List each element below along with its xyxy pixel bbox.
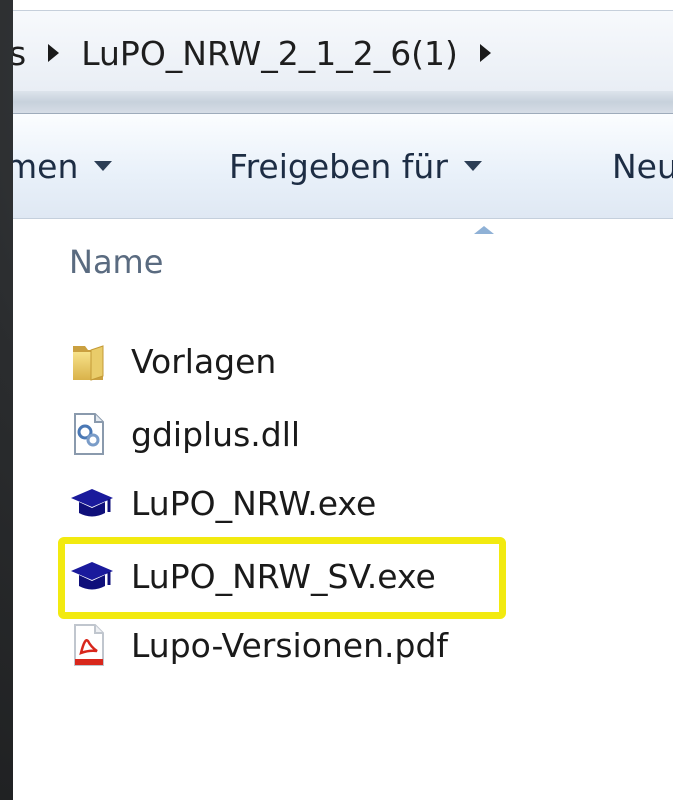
toolbar-item-new[interactable]: Neu xyxy=(612,146,673,186)
sort-ascending-icon xyxy=(474,226,494,234)
list-item[interactable]: Vorlagen xyxy=(69,337,276,385)
breadcrumb-item-current[interactable]: LuPO_NRW_2_1_2_6(1) xyxy=(81,34,458,73)
toolbar-item-organize[interactable]: men xyxy=(13,146,113,186)
pdf-file-icon xyxy=(69,623,117,667)
toolbar-item-label: Freigeben für xyxy=(229,146,448,186)
file-name: Vorlagen xyxy=(131,341,277,381)
folder-icon xyxy=(69,339,117,383)
chevron-down-icon xyxy=(94,161,113,171)
file-name: Lupo-Versionen.pdf xyxy=(131,625,449,665)
chevron-down-icon xyxy=(463,161,482,171)
toolbar-item-label: men xyxy=(13,146,79,186)
toolbar-item-label: Neu xyxy=(612,146,673,186)
chevron-right-icon[interactable] xyxy=(479,44,491,62)
chevron-right-icon[interactable] xyxy=(48,44,60,62)
list-item[interactable]: gdiplus.dll xyxy=(69,410,300,458)
breadcrumb-item-previous[interactable]: s xyxy=(13,34,26,73)
file-name: gdiplus.dll xyxy=(131,414,301,454)
column-header-name[interactable]: Name xyxy=(69,243,163,281)
address-bar[interactable]: s LuPO_NRW_2_1_2_6(1) xyxy=(13,10,673,92)
graduation-cap-icon xyxy=(69,481,117,525)
address-bar-separator xyxy=(13,91,673,114)
command-bar: men Freigeben für Neu xyxy=(13,114,673,219)
dll-file-icon xyxy=(69,412,117,456)
file-name: LuPO_NRW.exe xyxy=(131,483,377,523)
toolbar-item-share[interactable]: Freigeben für xyxy=(229,146,482,186)
explorer-window: s LuPO_NRW_2_1_2_6(1) men Freigeben für … xyxy=(13,0,673,800)
highlight-box xyxy=(58,537,506,619)
list-item[interactable]: Lupo-Versionen.pdf xyxy=(69,621,448,669)
list-item[interactable]: LuPO_NRW.exe xyxy=(69,479,376,527)
breadcrumb: s LuPO_NRW_2_1_2_6(1) xyxy=(13,33,513,73)
